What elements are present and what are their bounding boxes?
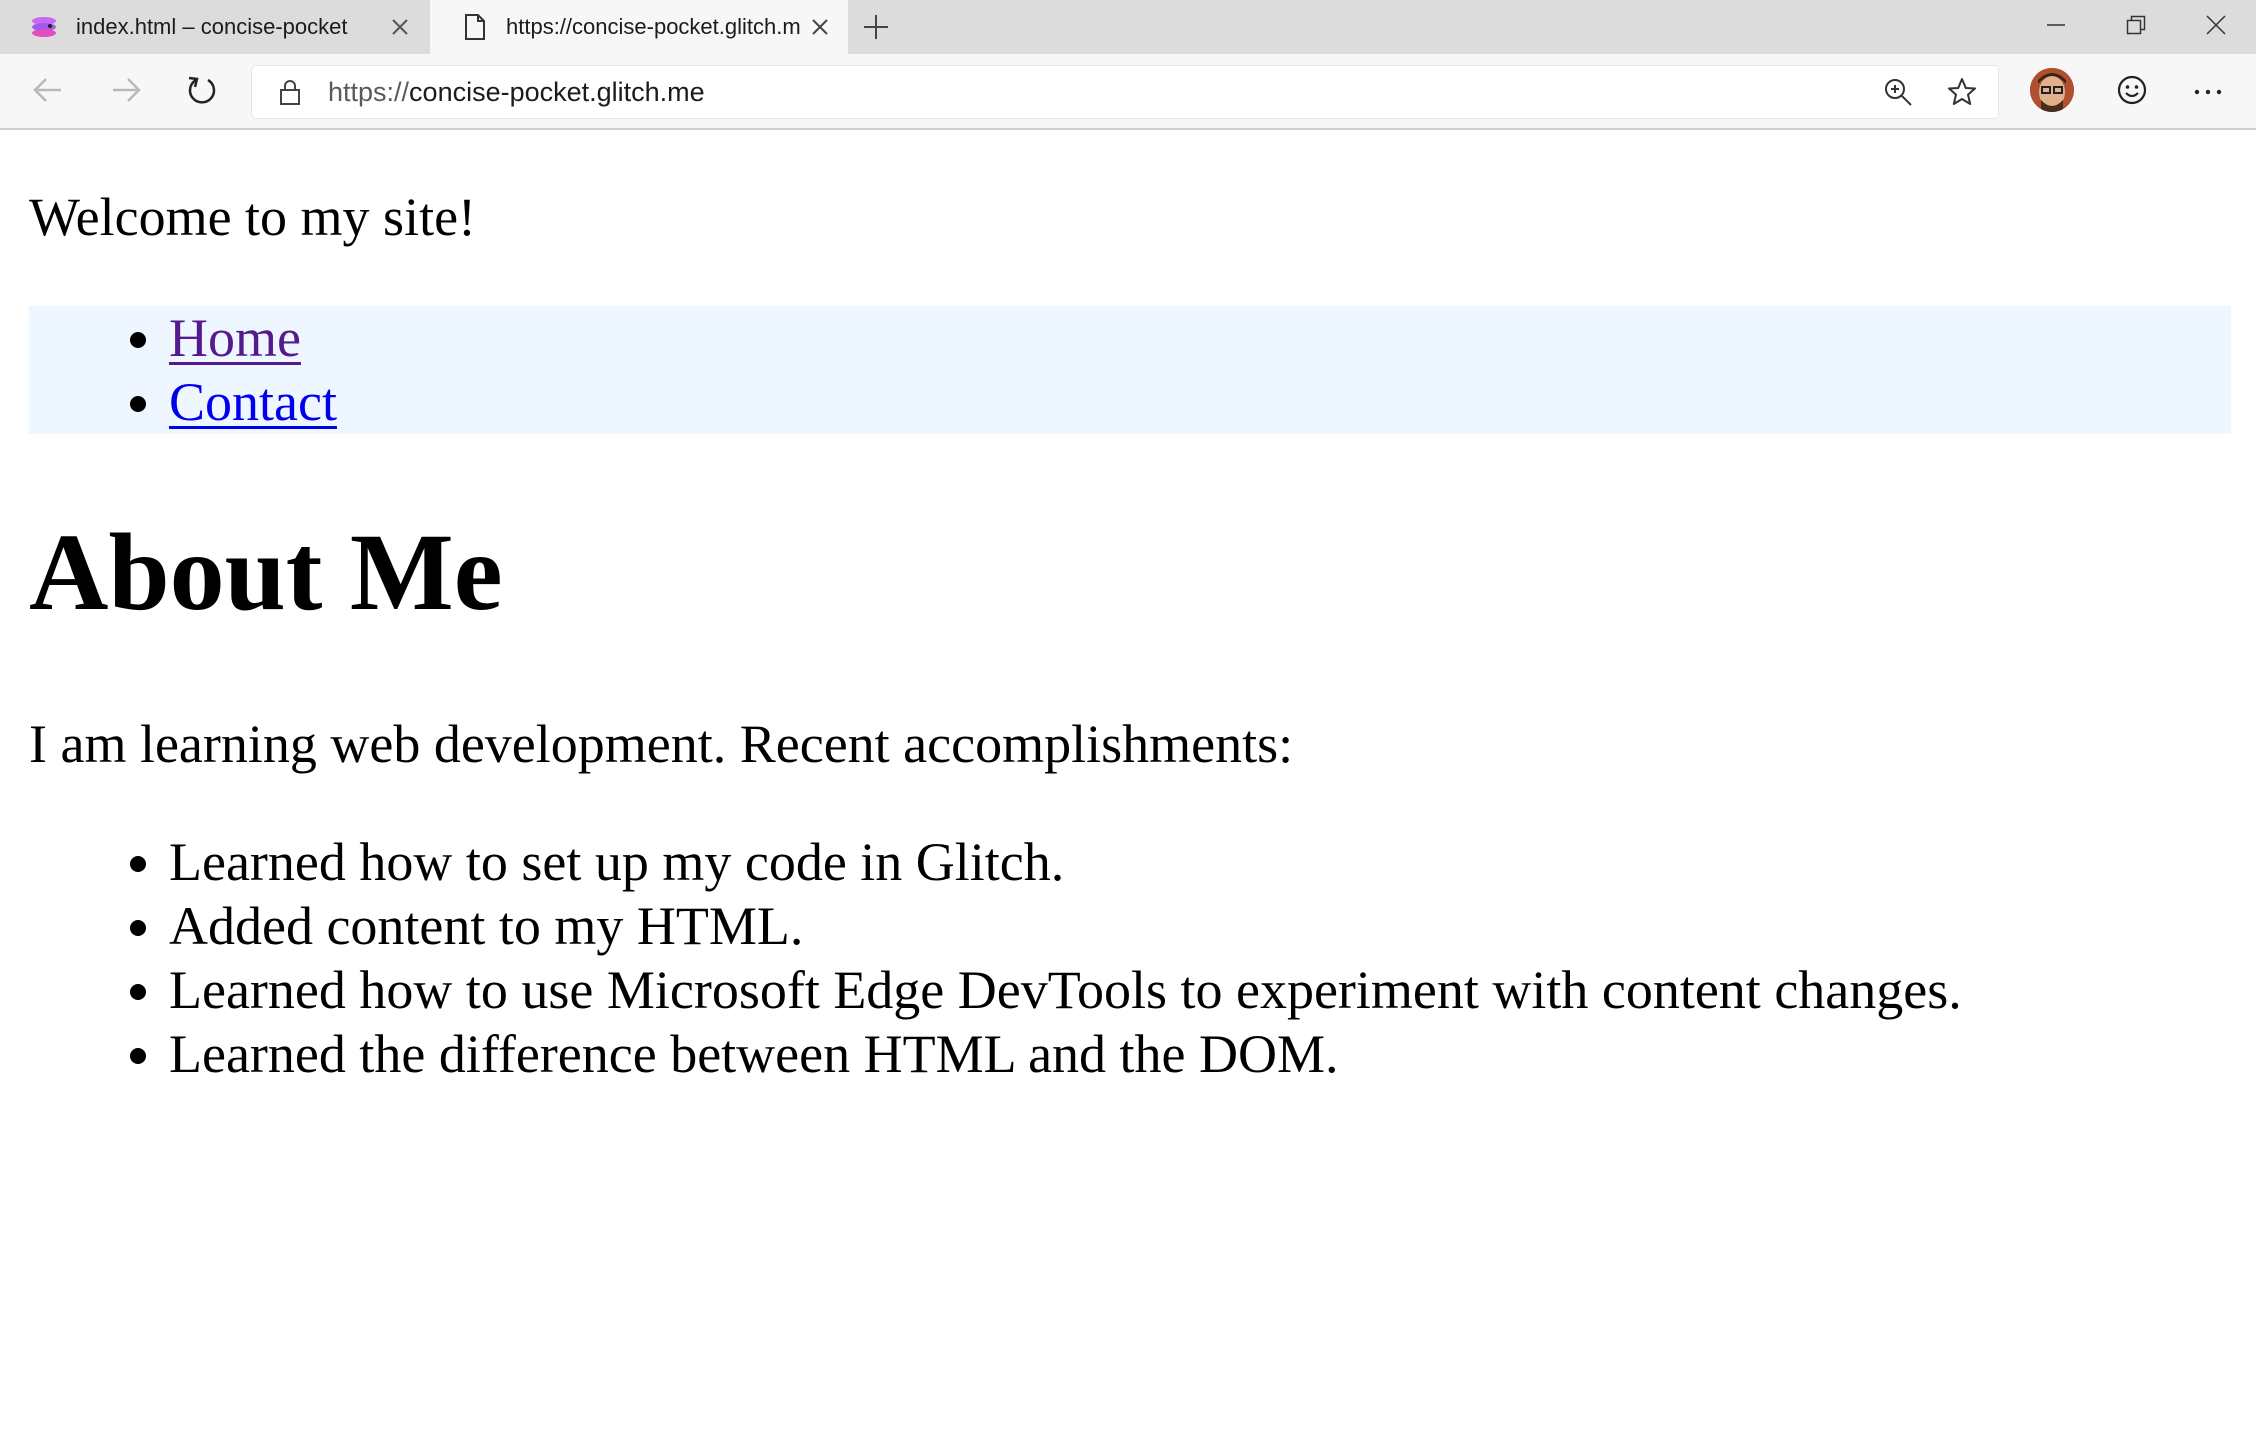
restore-button[interactable] xyxy=(2096,0,2176,50)
profile-avatar[interactable] xyxy=(2030,68,2074,112)
nav-item-contact: Contact xyxy=(169,370,2231,434)
tab-concise-pocket[interactable]: https://concise-pocket.glitch.me xyxy=(430,0,848,54)
page-heading: About Me xyxy=(29,511,503,633)
refresh-button[interactable] xyxy=(178,68,226,116)
close-tab-icon[interactable] xyxy=(380,7,420,47)
browser-toolbar: https://concise-pocket.glitch.me xyxy=(0,54,2256,130)
url-scheme: https:// xyxy=(328,77,410,107)
tab-title: index.html – concise-pocket xyxy=(76,14,348,39)
forward-button[interactable] xyxy=(102,68,150,116)
close-window-button[interactable] xyxy=(2176,0,2256,50)
settings-menu-button[interactable] xyxy=(2184,68,2232,116)
refresh-icon xyxy=(186,74,218,111)
feedback-button[interactable] xyxy=(2108,68,2156,116)
glitch-fish-icon xyxy=(30,12,60,42)
favorite-star-icon[interactable] xyxy=(1942,72,1982,112)
contact-link[interactable]: Contact xyxy=(169,372,337,432)
address-bar[interactable]: https://concise-pocket.glitch.me xyxy=(252,66,1998,118)
smiley-icon xyxy=(2116,74,2148,111)
list-item: Learned how to use Microsoft Edge DevToo… xyxy=(169,958,1962,1022)
tab-title: https://concise-pocket.glitch.me xyxy=(506,14,800,39)
nav-list: Home Contact xyxy=(29,306,2231,434)
more-icon xyxy=(2193,83,2223,101)
back-button[interactable] xyxy=(24,68,72,116)
tab-glitch-editor[interactable]: index.html – concise-pocket xyxy=(0,0,428,54)
zoom-in-icon[interactable] xyxy=(1878,72,1918,112)
close-tab-icon[interactable] xyxy=(800,7,840,47)
list-item: Learned how to set up my code in Glitch. xyxy=(169,830,1962,894)
home-link[interactable]: Home xyxy=(169,308,301,368)
minimize-button[interactable] xyxy=(2016,0,2096,50)
forward-arrow-icon xyxy=(111,77,141,108)
accomplishments-list: Learned how to set up my code in Glitch.… xyxy=(29,830,1962,1086)
welcome-text: Welcome to my site! xyxy=(29,187,477,247)
intro-text: I am learning web development. Recent ac… xyxy=(29,714,1294,774)
page-icon xyxy=(460,12,490,42)
tab-strip: index.html – concise-pocket https://conc… xyxy=(0,0,2256,54)
url-host: concise-pocket.glitch.me xyxy=(409,77,705,107)
back-arrow-icon xyxy=(33,77,63,108)
site-nav: Home Contact xyxy=(29,306,2231,434)
nav-item-home: Home xyxy=(169,306,2231,370)
new-tab-button[interactable] xyxy=(856,7,896,47)
url-text[interactable]: https://concise-pocket.glitch.me xyxy=(328,66,705,118)
page-viewport: Welcome to my site! Home Contact About M… xyxy=(0,130,2256,1434)
list-item: Learned the difference between HTML and … xyxy=(169,1022,1962,1086)
list-item: Added content to my HTML. xyxy=(169,894,1962,958)
lock-icon[interactable] xyxy=(274,76,306,108)
